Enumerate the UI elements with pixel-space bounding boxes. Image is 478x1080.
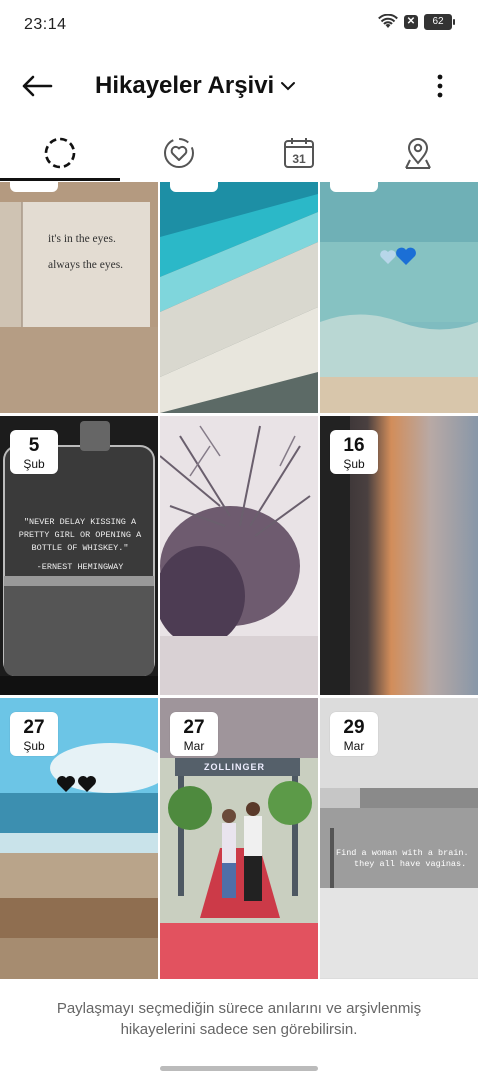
story-thumbnail-wall-graffiti[interactable]: 29 Mar Find a woman with a brain. they a… bbox=[320, 698, 478, 979]
battery-level: 62 bbox=[432, 16, 444, 27]
back-button[interactable] bbox=[18, 70, 56, 102]
date-badge-partial bbox=[10, 182, 58, 192]
heart-circle-icon bbox=[164, 138, 195, 168]
more-vertical-icon bbox=[437, 74, 443, 98]
dashed-circle-icon bbox=[44, 137, 76, 169]
date-day: 27 bbox=[23, 717, 45, 738]
glass-quote-line-2: PRETTY GIRL OR OPENING A bbox=[18, 530, 142, 540]
tab-calendar[interactable]: 31 bbox=[239, 124, 359, 182]
story-grid: it's in the eyes. always the eyes. 5 Şub… bbox=[0, 182, 478, 979]
black-hearts-icon bbox=[57, 776, 96, 792]
branches-photo bbox=[160, 416, 318, 695]
date-month: Mar bbox=[183, 739, 205, 753]
story-thumbnail-book[interactable]: it's in the eyes. always the eyes. bbox=[0, 182, 158, 413]
story-thumbnail-whiskey-glass[interactable]: 5 Şub "NEVER DELAY KISSING A PRETTY GIRL… bbox=[0, 416, 158, 695]
location-pin-icon bbox=[405, 138, 432, 169]
top-app-bar: Hikayeler Arşivi bbox=[0, 52, 478, 120]
battery-icon: 62 bbox=[424, 14, 455, 30]
story-thumbnail-beach-tilted[interactable] bbox=[160, 182, 318, 413]
story-thumbnail-couple[interactable]: 27 Mar ZOLLINGER bbox=[160, 698, 318, 979]
more-options-button[interactable] bbox=[430, 70, 450, 102]
status-icons: ✕ 62 bbox=[378, 14, 455, 30]
tab-stories[interactable] bbox=[0, 124, 120, 182]
date-day: 16 bbox=[343, 435, 365, 456]
story-thumbnail-beach-hearts[interactable]: 27 Şub bbox=[0, 698, 158, 979]
calendar-icon: 31 bbox=[283, 138, 314, 168]
privacy-note: Paylaşmayı seçmediğin sürece anılarını v… bbox=[56, 1000, 422, 1038]
date-badge-partial bbox=[170, 182, 218, 192]
back-arrow-icon bbox=[22, 75, 53, 97]
couple-sign-text: ZOLLINGER bbox=[204, 762, 265, 772]
title-dropdown[interactable]: Hikayeler Arşivi bbox=[95, 70, 296, 102]
chevron-down-icon bbox=[281, 82, 296, 91]
date-badge: 16 Şub bbox=[330, 430, 378, 474]
book-text-line-1: it's in the eyes. bbox=[48, 233, 116, 245]
book-photo bbox=[0, 182, 158, 413]
story-thumbnail-branches[interactable] bbox=[160, 416, 318, 695]
glass-quote-line-1: "NEVER DELAY KISSING A bbox=[23, 517, 137, 527]
glass-quote-line-3: BOTTLE OF WHISKEY." bbox=[31, 543, 129, 553]
date-badge-partial bbox=[330, 182, 378, 192]
glass-quote-author: -ERNEST HEMINGWAY bbox=[36, 562, 124, 572]
notification-x-icon: ✕ bbox=[404, 15, 418, 29]
status-time: 23:14 bbox=[24, 16, 67, 33]
date-day: 5 bbox=[28, 435, 40, 456]
graffiti-line-1: Find a woman with a brain. bbox=[336, 848, 469, 858]
date-badge: 29 Mar bbox=[330, 712, 378, 756]
date-badge: 27 Mar bbox=[170, 712, 218, 756]
sea-photo bbox=[320, 182, 478, 413]
tab-highlights[interactable] bbox=[120, 124, 240, 182]
story-thumbnail-sea-hearts[interactable] bbox=[320, 182, 478, 413]
date-badge: 27 Şub bbox=[10, 712, 58, 756]
date-month: Mar bbox=[343, 739, 365, 753]
archive-tabs: 31 bbox=[0, 124, 478, 182]
date-badge: 5 Şub bbox=[10, 430, 58, 474]
beach-photo bbox=[160, 182, 318, 413]
page-title: Hikayeler Arşivi bbox=[95, 72, 275, 99]
tab-map[interactable] bbox=[359, 124, 478, 182]
graffiti-line-2: they all have vaginas. bbox=[354, 859, 467, 869]
date-month: Şub bbox=[23, 457, 45, 471]
date-month: Şub bbox=[343, 457, 365, 471]
hearts-sticker-icon bbox=[380, 247, 416, 265]
calendar-day-text: 31 bbox=[292, 152, 306, 166]
wifi-icon bbox=[378, 14, 398, 28]
status-bar: 23:14 ✕ 62 bbox=[0, 0, 478, 52]
date-day: 29 bbox=[343, 717, 365, 738]
story-thumbnail-sunset[interactable]: 16 Şub bbox=[320, 416, 478, 695]
home-indicator[interactable] bbox=[160, 1066, 318, 1071]
active-tab-indicator bbox=[0, 178, 120, 181]
book-text-line-2: always the eyes. bbox=[48, 259, 124, 271]
date-month: Şub bbox=[23, 739, 45, 753]
date-day: 27 bbox=[183, 717, 205, 738]
